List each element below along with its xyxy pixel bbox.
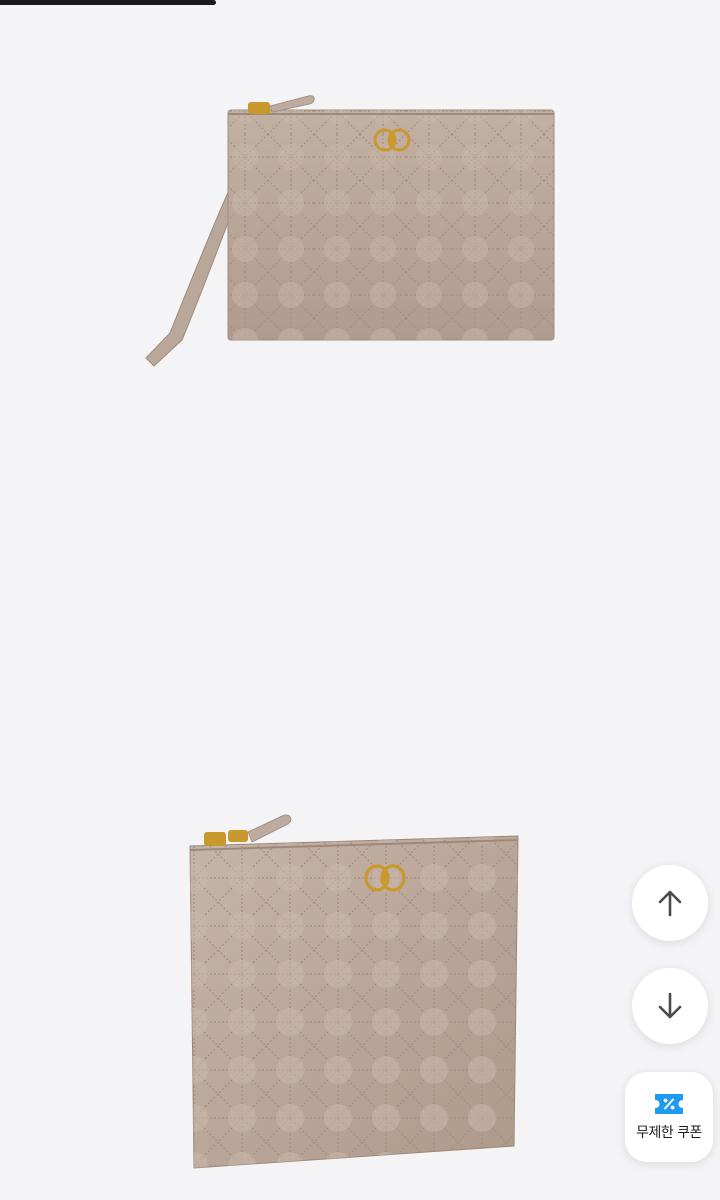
product-image-angled[interactable]	[170, 806, 540, 1186]
unlimited-coupon-button[interactable]: 무제한 쿠폰	[625, 1072, 713, 1162]
scroll-to-bottom-button[interactable]	[632, 968, 708, 1044]
coupon-icon	[655, 1094, 683, 1114]
scroll-progress-bar	[0, 0, 720, 5]
arrow-up-icon	[658, 890, 682, 917]
scroll-progress-fill	[0, 0, 216, 5]
product-image-front[interactable]	[130, 88, 570, 378]
coupon-label: 무제한 쿠폰	[636, 1125, 702, 1141]
product-detail-page: 무제한 쿠폰	[0, 0, 720, 1200]
arrow-down-icon	[658, 992, 682, 1019]
scroll-to-top-button[interactable]	[632, 865, 708, 941]
